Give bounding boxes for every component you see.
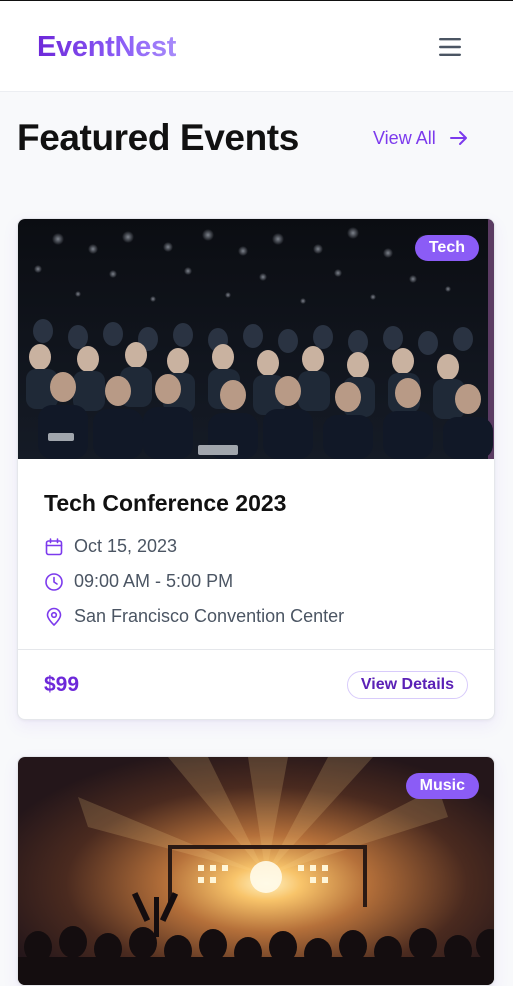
event-location: San Francisco Convention Center (74, 606, 345, 626)
concert-stage-photo: Music (18, 757, 494, 985)
category-badge: Music (405, 773, 479, 799)
section-title: Featured Events (17, 117, 299, 158)
event-time-row: 09:00 AM - 5:00 PM (44, 564, 468, 599)
arrow-right-icon (449, 131, 467, 145)
view-details-button[interactable]: View Details (346, 671, 468, 699)
event-card-body: Tech Conference 2023 Oct 15, 2023 09:00 … (18, 459, 494, 650)
menu-button[interactable] (432, 31, 468, 63)
event-card[interactable]: Tech Tech Conference 2023 Oct 15, 2023 0… (17, 218, 495, 720)
map-pin-icon (44, 607, 64, 627)
top-navigation-bar: EventNest (0, 0, 513, 92)
event-location-row: San Francisco Convention Center (44, 599, 468, 634)
view-all-link[interactable]: View All (373, 126, 468, 150)
clock-icon (44, 572, 64, 592)
event-time: 09:00 AM - 5:00 PM (74, 571, 234, 591)
calendar-icon (44, 537, 64, 557)
app-logo[interactable]: EventNest (37, 29, 176, 65)
event-date-row: Oct 15, 2023 (44, 529, 468, 564)
event-card-footer: $99 View Details (18, 650, 494, 719)
hamburger-menu-icon (439, 38, 461, 56)
event-card[interactable]: Music (17, 756, 495, 986)
event-title[interactable]: Tech Conference 2023 (44, 489, 468, 517)
view-all-label: View All (373, 128, 436, 148)
conference-audience-photo: Tech (18, 219, 494, 459)
category-badge: Tech (414, 235, 479, 261)
event-price: $99 (44, 673, 80, 696)
event-date: Oct 15, 2023 (74, 536, 178, 556)
